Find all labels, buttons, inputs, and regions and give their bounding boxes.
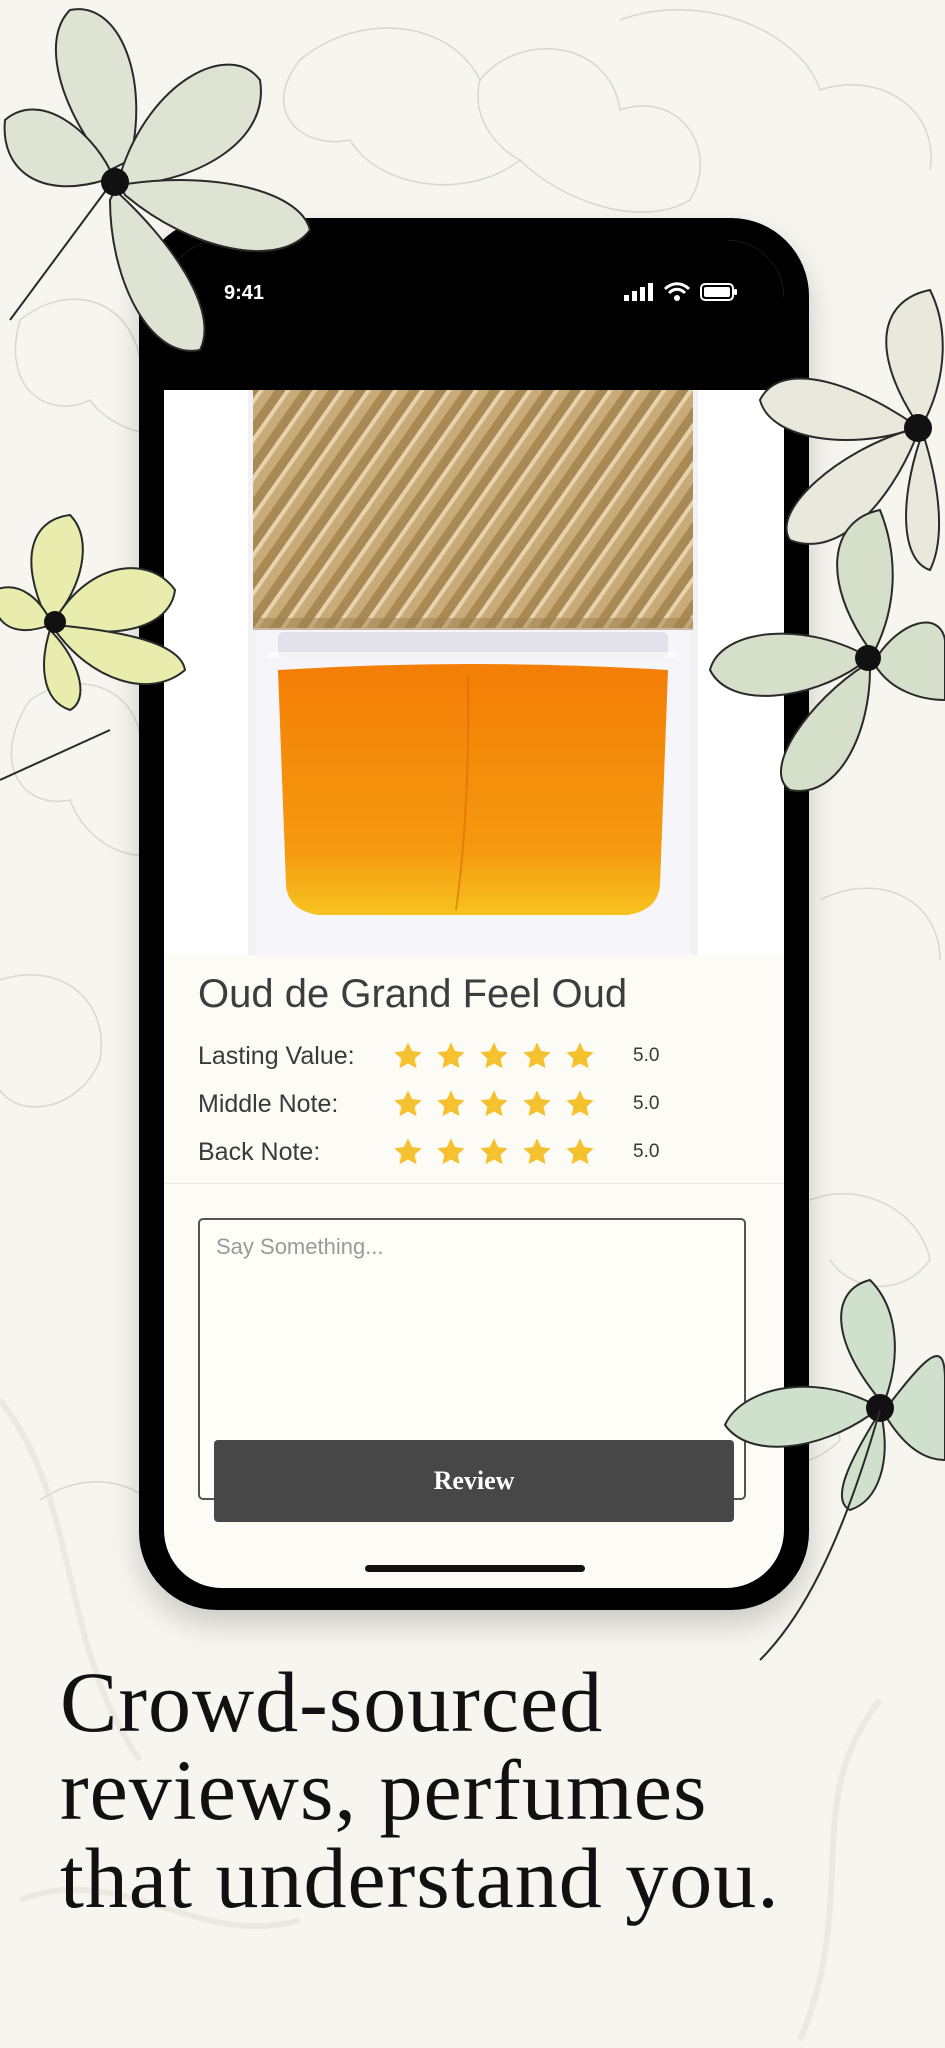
star-rating[interactable]	[392, 1088, 596, 1120]
signal-icon	[624, 283, 653, 301]
star-rating[interactable]	[392, 1040, 596, 1072]
rating-row-back-note: Back Note: 5.0	[198, 1136, 718, 1172]
star-icon[interactable]	[435, 1136, 467, 1168]
star-icon[interactable]	[521, 1088, 553, 1120]
status-icons	[624, 282, 738, 302]
headline-line-3: that understand you.	[60, 1830, 780, 1926]
perfume-bottle-image	[248, 390, 698, 955]
star-icon[interactable]	[392, 1136, 424, 1168]
marketing-headline: Crowd-sourced reviews, perfumes that und…	[60, 1658, 920, 1922]
headline-line-1: Crowd-sourced	[60, 1654, 604, 1750]
battery-icon	[700, 283, 737, 301]
product-image-area	[164, 390, 784, 955]
rating-value: 5.0	[633, 1141, 660, 1162]
home-indicator	[365, 1565, 585, 1572]
rating-label: Lasting Value:	[198, 1042, 355, 1070]
rating-row-lasting-value: Lasting Value: 5.0	[198, 1040, 718, 1076]
star-icon[interactable]	[392, 1088, 424, 1120]
star-icon[interactable]	[521, 1136, 553, 1168]
star-icon[interactable]	[435, 1088, 467, 1120]
divider	[164, 1183, 784, 1184]
star-icon[interactable]	[478, 1040, 510, 1072]
headline-line-2: reviews, perfumes	[60, 1742, 708, 1838]
star-icon[interactable]	[478, 1088, 510, 1120]
rating-label: Middle Note:	[198, 1090, 339, 1118]
status-time: 9:41	[224, 282, 265, 304]
review-button[interactable]: Review	[214, 1440, 734, 1522]
star-icon[interactable]	[478, 1136, 510, 1168]
rating-label: Back Note:	[198, 1138, 321, 1166]
wifi-icon	[664, 282, 690, 301]
star-rating[interactable]	[392, 1136, 596, 1168]
rating-value: 5.0	[633, 1093, 660, 1114]
phone-frame: 9:41 Oud de Grand Feel Oud Lasting Value…	[139, 218, 809, 1610]
star-icon[interactable]	[564, 1088, 596, 1120]
star-icon[interactable]	[435, 1040, 467, 1072]
rating-row-middle-note: Middle Note: 5.0	[198, 1088, 718, 1124]
star-icon[interactable]	[564, 1136, 596, 1168]
phone-screen: 9:41 Oud de Grand Feel Oud Lasting Value…	[164, 240, 784, 1588]
rating-value: 5.0	[633, 1045, 660, 1066]
star-icon[interactable]	[392, 1040, 424, 1072]
perfume-title: Oud de Grand Feel Oud	[198, 972, 628, 1016]
star-icon[interactable]	[521, 1040, 553, 1072]
star-icon[interactable]	[564, 1040, 596, 1072]
status-bar: 9:41	[164, 240, 784, 390]
